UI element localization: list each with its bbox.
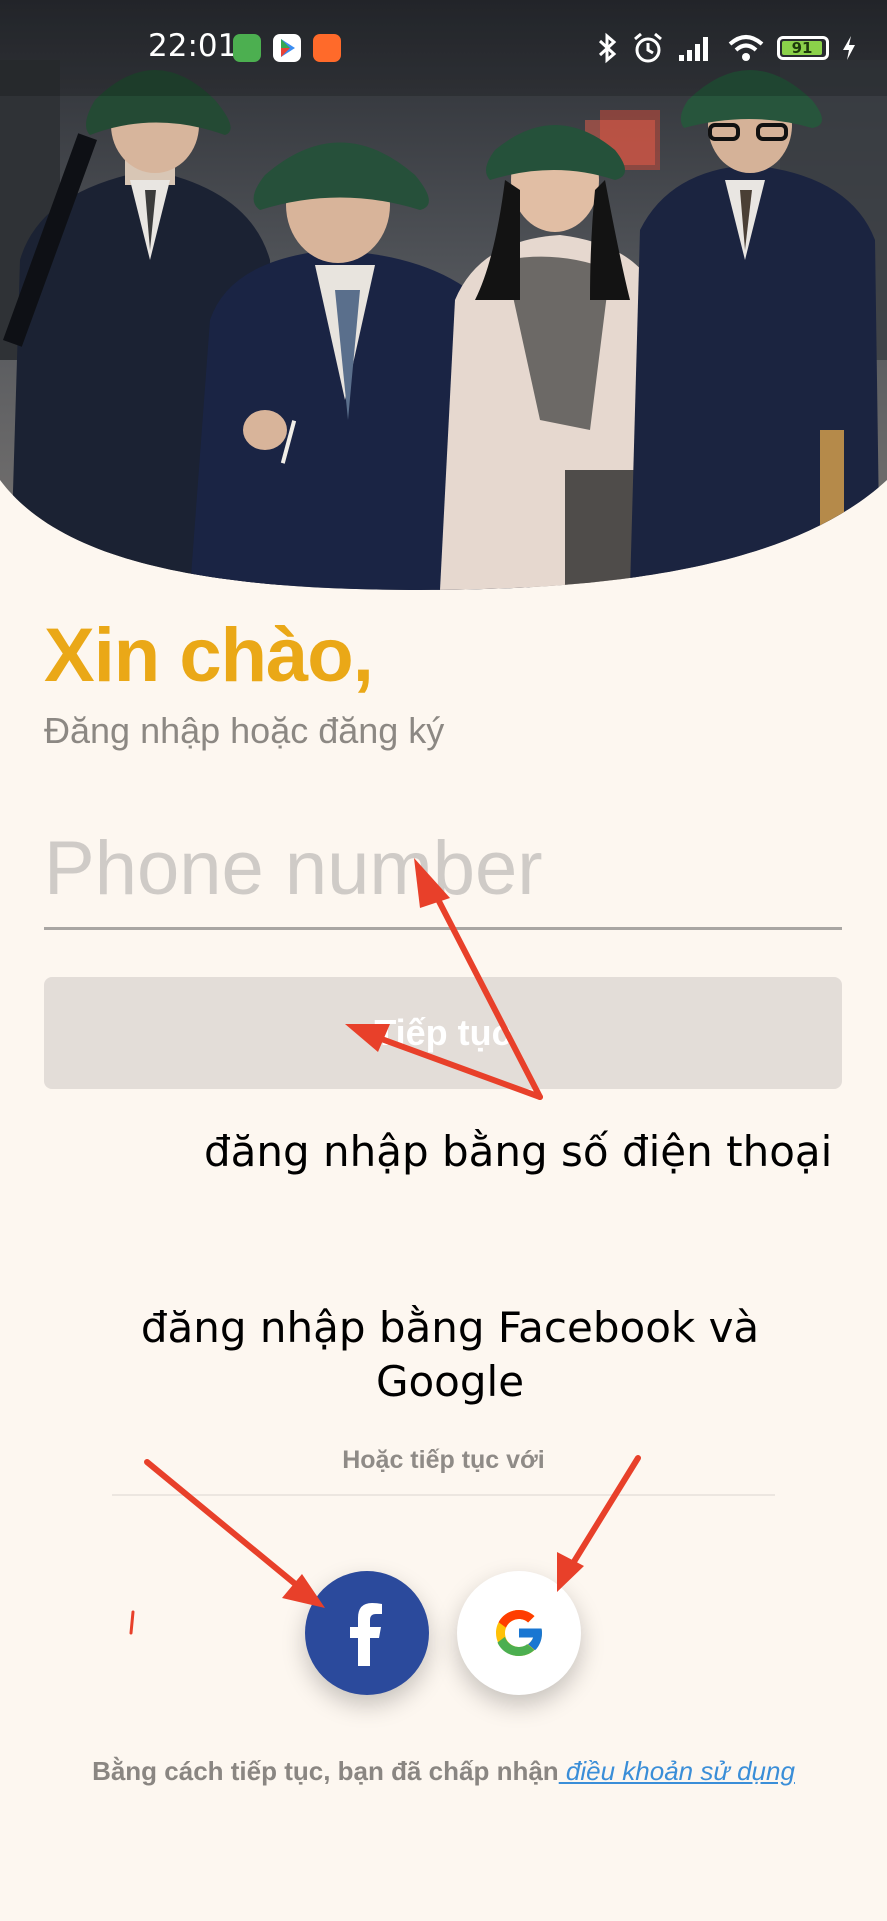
greeting-subtitle: Đăng nhập hoặc đăng ký (44, 710, 445, 751)
facebook-icon (350, 1603, 382, 1666)
terms-label: Bằng cách tiếp tục, bạn đã chấp nhận (92, 1756, 559, 1786)
google-login-button[interactable] (457, 1571, 581, 1695)
facebook-login-button[interactable] (305, 1571, 429, 1695)
google-icon (496, 1610, 544, 1656)
bluetooth-icon (598, 32, 617, 64)
terms-text: Bằng cách tiếp tục, bạn đã chấp nhận điề… (0, 1756, 887, 1787)
annotation-phone-login: đăng nhập bằng số điện thoại (204, 1127, 833, 1176)
continue-button[interactable]: Tiếp tục (44, 977, 842, 1089)
arrow-to-google-button (564, 1455, 641, 1576)
status-time: 22:01 (148, 28, 238, 64)
signal-icon (679, 37, 708, 61)
play-store-icon (273, 34, 301, 62)
greeting-title: Xin chào, (44, 613, 374, 698)
phone-number-input[interactable] (44, 810, 842, 930)
charging-icon (843, 36, 855, 60)
app-icon-orange (313, 34, 341, 62)
app-icon-green (233, 34, 261, 62)
terms-link[interactable]: điều khoản sử dụng (559, 1756, 795, 1786)
wifi-icon (728, 35, 764, 61)
arrow-to-facebook-button (144, 1459, 308, 1595)
alarm-icon (634, 32, 662, 63)
battery-icon: 91 (777, 36, 829, 60)
battery-level: 91 (791, 39, 813, 57)
annotation-social-login: đăng nhập bằng Facebook và Google (140, 1303, 760, 1406)
divider (112, 1494, 775, 1496)
or-continue-with-label: Hoặc tiếp tục với (342, 1446, 545, 1474)
status-icons: 91 (595, 30, 857, 66)
status-bar: 22:01 91 (0, 0, 887, 96)
